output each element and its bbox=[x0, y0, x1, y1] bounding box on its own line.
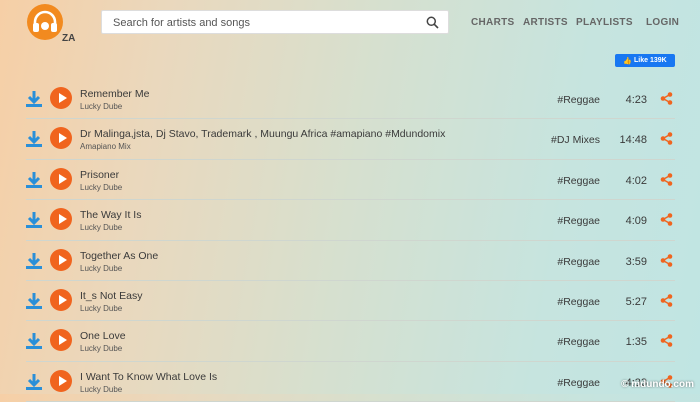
song-artist[interactable]: Lucky Dube bbox=[80, 344, 122, 353]
song-list: Remember Me Lucky Dube #Reggae 4:23 Dr M… bbox=[26, 79, 675, 402]
song-title[interactable]: Remember Me bbox=[80, 88, 149, 100]
song-title[interactable]: The Way It Is bbox=[80, 209, 141, 221]
song-duration: 5:27 bbox=[625, 295, 647, 308]
nav-artists[interactable]: ARTISTS bbox=[523, 17, 568, 28]
share-icon[interactable] bbox=[660, 253, 673, 267]
song-row[interactable]: The Way It Is Lucky Dube #Reggae 4:09 bbox=[26, 200, 675, 241]
song-genre-tag[interactable]: #Reggae bbox=[557, 296, 600, 308]
play-button[interactable] bbox=[50, 127, 72, 150]
search-box[interactable] bbox=[101, 10, 449, 34]
song-artist[interactable]: Lucky Dube bbox=[80, 264, 122, 273]
download-icon[interactable] bbox=[26, 332, 42, 350]
song-genre-tag[interactable]: #Reggae bbox=[557, 336, 600, 348]
song-duration: 1:35 bbox=[625, 336, 647, 349]
song-title[interactable]: I Want To Know What Love Is bbox=[80, 371, 217, 383]
share-icon[interactable] bbox=[660, 334, 673, 348]
play-button[interactable] bbox=[50, 369, 72, 392]
song-artist[interactable]: Lucky Dube bbox=[80, 223, 122, 232]
download-icon[interactable] bbox=[26, 211, 42, 229]
header: ZA CHARTS ARTISTS PLAYLISTS LOGIN bbox=[0, 0, 700, 50]
share-icon[interactable] bbox=[660, 294, 673, 307]
song-genre-tag[interactable]: #Reggae bbox=[557, 175, 600, 187]
facebook-like-button[interactable]: 👍 Like 139K bbox=[615, 54, 675, 67]
nav-playlists[interactable]: PLAYLISTS bbox=[576, 17, 633, 28]
watermark: © mdundo.com bbox=[621, 379, 694, 390]
download-icon[interactable] bbox=[26, 252, 42, 269]
song-title[interactable]: It_s Not Easy bbox=[80, 290, 142, 302]
download-icon[interactable] bbox=[26, 130, 42, 148]
song-duration: 3:59 bbox=[625, 255, 647, 268]
download-icon[interactable] bbox=[26, 90, 42, 107]
song-genre-tag[interactable]: #Reggae bbox=[557, 256, 600, 268]
song-row[interactable]: Prisoner Lucky Dube #Reggae 4:02 bbox=[26, 160, 675, 201]
song-duration: 4:02 bbox=[625, 174, 647, 187]
nav-charts[interactable]: CHARTS bbox=[471, 17, 514, 28]
play-button[interactable] bbox=[50, 167, 72, 190]
play-button[interactable] bbox=[50, 208, 72, 231]
song-artist[interactable]: Lucky Dube bbox=[80, 385, 122, 394]
download-icon[interactable] bbox=[26, 171, 42, 188]
play-button[interactable] bbox=[50, 248, 72, 271]
search-icon[interactable] bbox=[426, 16, 439, 29]
song-row[interactable]: Dr Malinga,jsta, Dj Stavo, Trademark , M… bbox=[26, 119, 675, 160]
song-title[interactable]: Together As One bbox=[80, 250, 158, 262]
share-icon[interactable] bbox=[660, 132, 673, 146]
song-genre-tag[interactable]: #Reggae bbox=[557, 377, 600, 389]
song-duration: 4:23 bbox=[625, 94, 647, 106]
play-button[interactable] bbox=[50, 87, 72, 109]
country-code: ZA bbox=[62, 33, 76, 44]
search-input[interactable] bbox=[111, 14, 415, 32]
song-row[interactable]: Remember Me Lucky Dube #Reggae 4:23 bbox=[26, 79, 675, 120]
share-icon[interactable] bbox=[660, 213, 673, 226]
song-genre-tag[interactable]: #Reggae bbox=[557, 94, 600, 106]
song-genre-tag[interactable]: #DJ Mixes bbox=[551, 134, 600, 146]
song-artist[interactable]: Amapiano Mix bbox=[80, 142, 131, 151]
fb-like-label: Like bbox=[633, 57, 648, 64]
song-duration: 14:48 bbox=[619, 134, 647, 147]
song-title[interactable]: One Love bbox=[80, 330, 126, 342]
song-row[interactable]: It_s Not Easy Lucky Dube #Reggae 5:27 bbox=[26, 281, 675, 322]
song-artist[interactable]: Lucky Dube bbox=[80, 183, 122, 192]
thumbs-up-icon: 👍 bbox=[623, 57, 632, 65]
play-button[interactable] bbox=[50, 329, 72, 352]
download-icon[interactable] bbox=[26, 373, 42, 390]
share-icon[interactable] bbox=[660, 172, 673, 186]
headphones-logo-icon[interactable] bbox=[27, 4, 63, 40]
nav-login[interactable]: LOGIN bbox=[646, 17, 679, 28]
fb-like-count: 139K bbox=[650, 57, 667, 64]
play-button[interactable] bbox=[50, 288, 72, 311]
download-icon[interactable] bbox=[26, 292, 42, 309]
song-row[interactable]: One Love Lucky Dube #Reggae 1:35 bbox=[26, 321, 675, 362]
share-icon[interactable] bbox=[660, 92, 673, 105]
song-title[interactable]: Dr Malinga,jsta, Dj Stavo, Trademark , M… bbox=[80, 128, 445, 140]
song-title[interactable]: Prisoner bbox=[80, 169, 119, 181]
song-duration: 4:09 bbox=[625, 215, 647, 228]
song-row[interactable]: I Want To Know What Love Is Lucky Dube #… bbox=[26, 362, 675, 402]
song-artist[interactable]: Lucky Dube bbox=[80, 102, 122, 111]
song-row[interactable]: Together As One Lucky Dube #Reggae 3:59 bbox=[26, 241, 675, 281]
song-artist[interactable]: Lucky Dube bbox=[80, 304, 122, 313]
song-genre-tag[interactable]: #Reggae bbox=[557, 215, 600, 227]
